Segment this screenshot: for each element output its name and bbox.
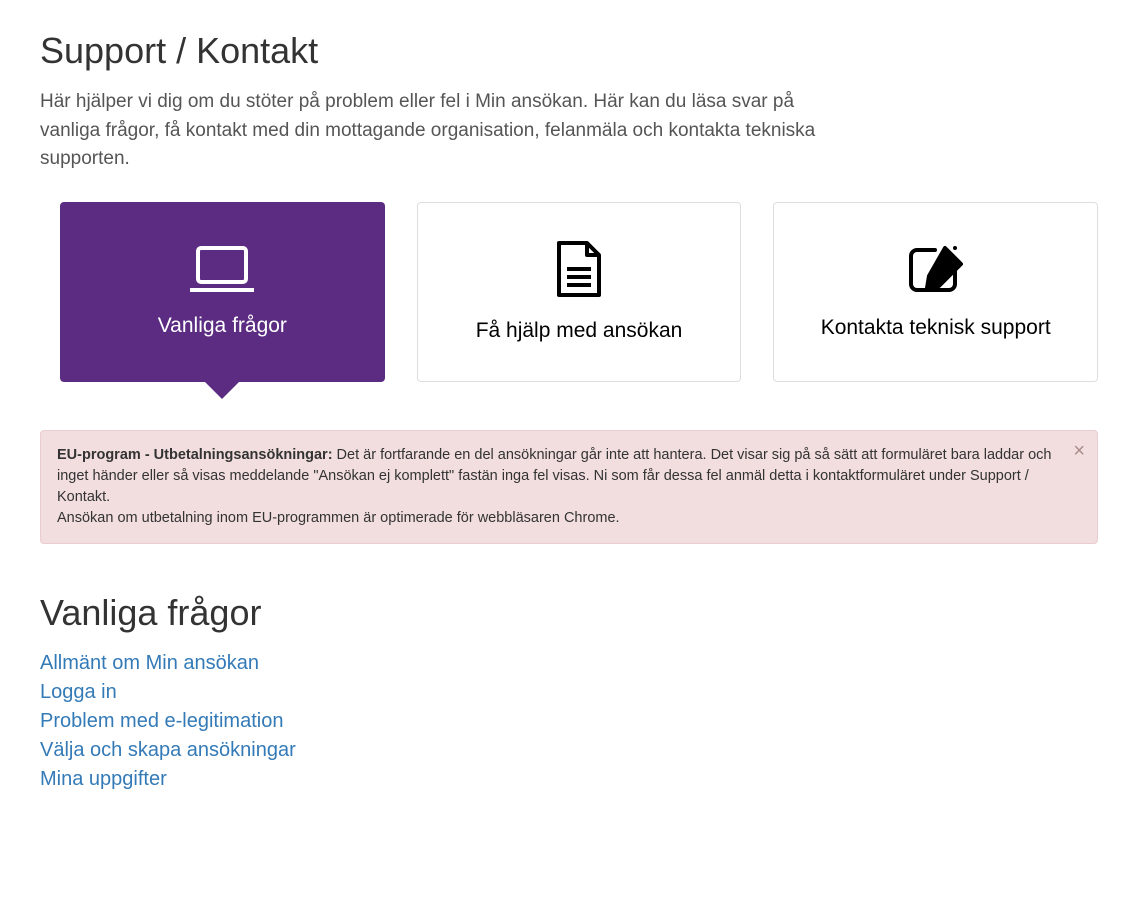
faq-links: Allmänt om Min ansökan Logga in Problem … xyxy=(40,652,1098,791)
alert-body2: Ansökan om utbetalning inom EU-programme… xyxy=(57,510,620,526)
list-item: Logga in xyxy=(40,681,1098,704)
tab-contact[interactable]: Kontakta teknisk support xyxy=(773,202,1098,382)
list-item: Välja och skapa ansökningar xyxy=(40,739,1098,762)
page-intro: Här hjälper vi dig om du stöter på probl… xyxy=(40,88,830,174)
faq-title: Vanliga frågor xyxy=(40,592,1098,634)
list-item: Allmänt om Min ansökan xyxy=(40,652,1098,675)
tab-help[interactable]: Få hjälp med ansökan xyxy=(417,202,742,382)
faq-link-eid[interactable]: Problem med e-legitimation xyxy=(40,710,283,732)
list-item: Problem med e-legitimation xyxy=(40,710,1098,733)
page-title: Support / Kontakt xyxy=(40,30,1098,72)
alert-warning: × EU-program - Utbetalningsansökningar: … xyxy=(40,430,1098,544)
document-icon xyxy=(553,239,605,299)
faq-link-applications[interactable]: Välja och skapa ansökningar xyxy=(40,739,296,761)
laptop-icon xyxy=(188,244,256,294)
list-item: Mina uppgifter xyxy=(40,768,1098,791)
tab-faq[interactable]: Vanliga frågor xyxy=(60,202,385,382)
tab-label: Vanliga frågor xyxy=(158,312,287,339)
tab-label: Kontakta teknisk support xyxy=(821,314,1051,341)
faq-link-general[interactable]: Allmänt om Min ansökan xyxy=(40,652,259,674)
tab-label: Få hjälp med ansökan xyxy=(476,317,683,344)
edit-icon xyxy=(905,242,967,296)
tabs: Vanliga frågor Få hjälp med ansökan Kont… xyxy=(60,202,1098,382)
faq-link-login[interactable]: Logga in xyxy=(40,681,117,703)
close-icon[interactable]: × xyxy=(1073,441,1085,461)
alert-bold: EU-program - Utbetalningsansökningar: xyxy=(57,447,333,463)
faq-link-myinfo[interactable]: Mina uppgifter xyxy=(40,768,167,790)
